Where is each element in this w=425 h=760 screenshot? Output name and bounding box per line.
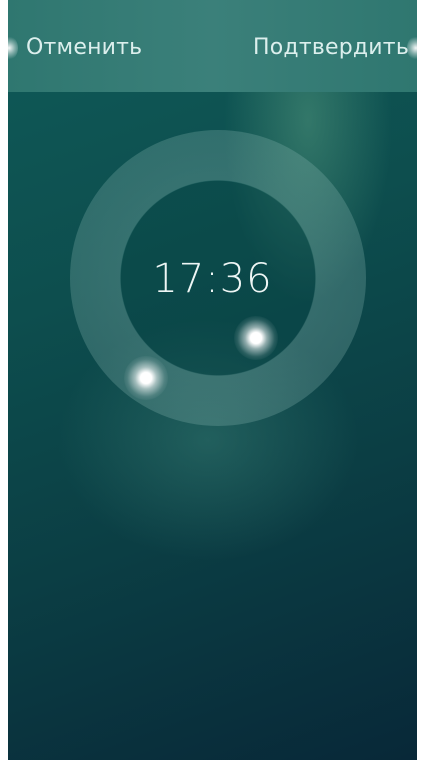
time-display: 17:36	[152, 256, 273, 302]
time-picker-dialog: Отменить Подтвердить	[8, 0, 417, 760]
cancel-button[interactable]: Отменить	[26, 35, 142, 60]
cancel-glow-indicator	[8, 36, 18, 60]
confirm-button[interactable]: Подтвердить	[253, 35, 409, 60]
minute-handle[interactable]	[234, 316, 278, 360]
dialog-header: Отменить Подтвердить	[8, 0, 417, 92]
hour-handle[interactable]	[124, 356, 168, 400]
